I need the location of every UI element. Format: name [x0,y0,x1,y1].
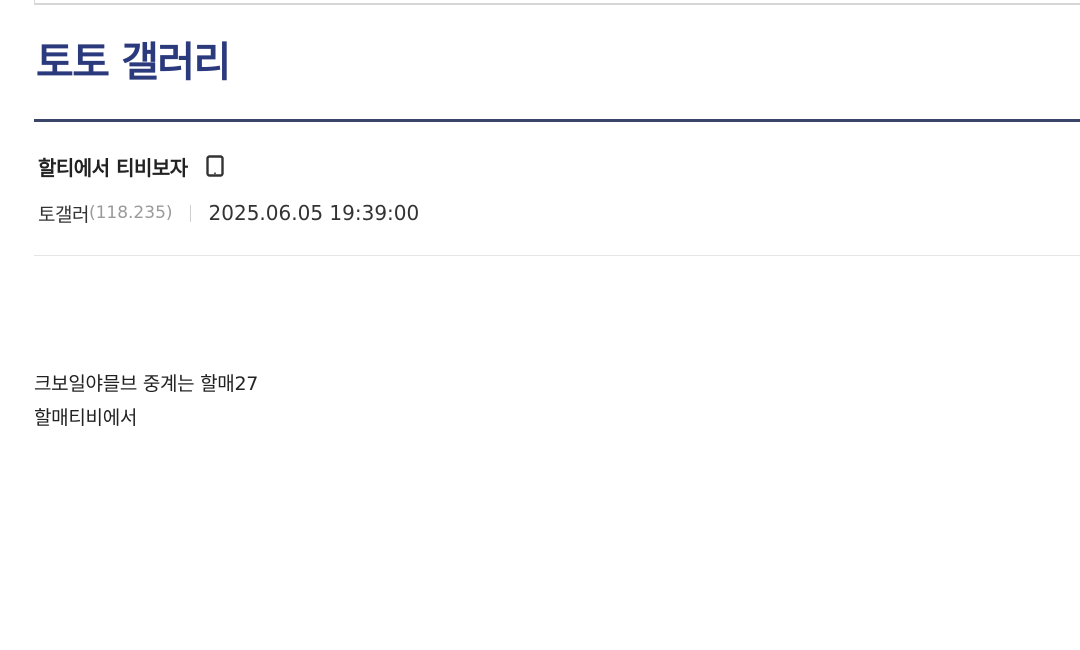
post-body-line: 크보일야믈브 중계는 할매27 [34,373,259,395]
post-body: 크보일야믈브 중계는 할매27 할매티비에서 [34,367,258,435]
top-bar [34,0,1080,5]
author-ip: (118.235) [88,203,173,223]
mobile-phone-icon [204,154,226,178]
post-header: 할티에서 티비보자 [38,152,226,180]
post-meta: 토갤러 (118.235) 2025.06.05 19:39:00 [38,199,419,227]
gallery-title[interactable]: 토토 갤러리 [36,36,231,88]
title-divider [34,119,1080,122]
post-body-line: 할매티비에서 [34,407,138,429]
meta-divider-line [34,255,1080,256]
author-nickname[interactable]: 토갤러 [38,200,89,227]
post-title: 할티에서 티비보자 [38,155,188,180]
post-date: 2025.06.05 19:39:00 [208,201,420,225]
meta-divider [189,204,191,222]
